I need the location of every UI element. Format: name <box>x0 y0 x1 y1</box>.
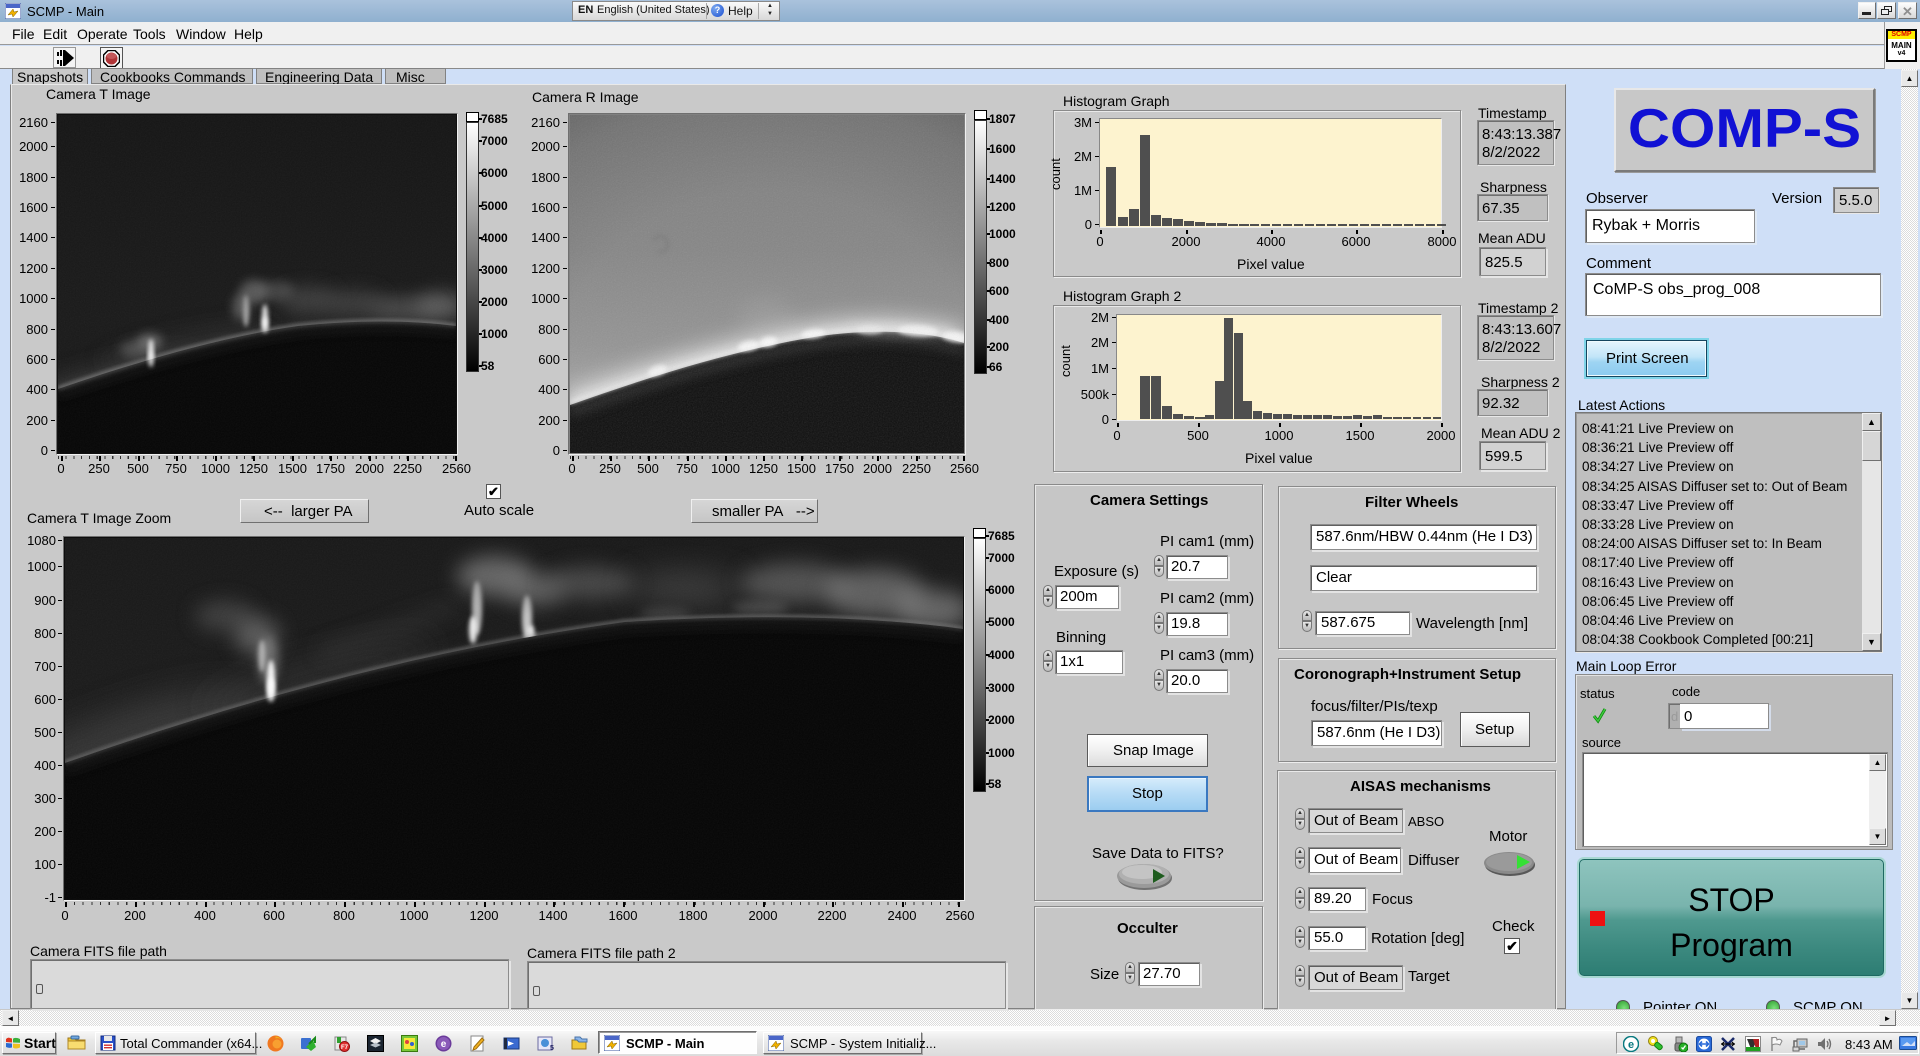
svg-text:e: e <box>1628 1039 1634 1051</box>
svg-text:5: 5 <box>550 1045 554 1052</box>
svg-text:e: e <box>441 1039 447 1050</box>
svg-text:F7: F7 <box>341 1045 349 1051</box>
